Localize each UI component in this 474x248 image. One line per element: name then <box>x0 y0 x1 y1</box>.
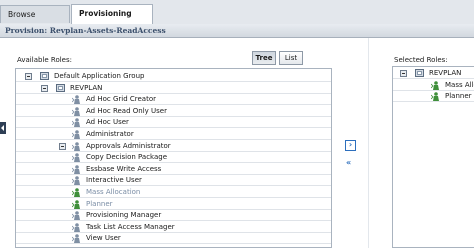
tab-provisioning-label: Provisioning <box>79 9 132 18</box>
tree-row[interactable]: Administrator <box>16 129 331 140</box>
tree-row-label: Default Application Group <box>54 72 145 80</box>
role-icon <box>71 222 81 232</box>
tree-row-label: Ad Hoc Read Only User <box>86 106 167 115</box>
tree-row-label: Administrator <box>86 130 134 138</box>
tab-browse[interactable]: Browse <box>0 5 70 23</box>
role-icon <box>71 164 81 174</box>
tree-row[interactable]: View User <box>16 233 331 245</box>
collapse-icon[interactable] <box>400 70 407 77</box>
tab-browse-label: Browse <box>8 10 36 19</box>
role-green-icon <box>430 92 440 102</box>
collapse-icon[interactable] <box>59 142 66 150</box>
tree-row[interactable]: Ad Hoc Read Only User <box>16 106 331 117</box>
role-icon <box>71 106 81 116</box>
tree-row-label: Ad Hoc User <box>86 118 129 127</box>
chevron-right-icon: › <box>345 140 356 151</box>
remove-role-button[interactable]: « <box>346 158 351 167</box>
tree-row-label: Approvals Administrator <box>86 141 171 150</box>
role-icon <box>71 95 81 105</box>
tree-row[interactable]: Mass Allo <box>393 80 474 91</box>
tree-row-label: Essbase Write Access <box>86 164 162 173</box>
tree-row[interactable]: Planner <box>16 199 331 210</box>
folder-icon <box>415 69 424 77</box>
role-green-icon <box>71 188 81 197</box>
tab-provisioning[interactable]: Provisioning x <box>71 4 153 35</box>
collapse-panel-icon[interactable] <box>0 122 6 134</box>
selected-roles-tree[interactable]: REVPLAN Mass Allo Planner <box>392 66 474 248</box>
tree-row[interactable]: Mass Allocation <box>16 187 331 198</box>
folder-icon <box>40 72 49 80</box>
collapse-icon[interactable] <box>41 84 48 92</box>
list-view-button[interactable]: List <box>279 51 303 65</box>
tree-row-label: Planner <box>445 92 472 101</box>
role-green-icon <box>430 80 440 90</box>
selected-roles-label: Selected Roles: <box>394 56 448 64</box>
tree-row-label: Ad Hoc Grid Creator <box>86 95 156 104</box>
tree-row-label: REVPLAN <box>70 83 103 92</box>
tree-row-label: REVPLAN <box>429 69 462 77</box>
available-roles-label: Available Roles: <box>17 56 72 64</box>
role-icon <box>71 130 81 139</box>
folder-icon <box>56 83 65 92</box>
tree-row-label: Mass Allocation <box>86 188 141 196</box>
tree-row[interactable]: REVPLAN <box>393 68 474 79</box>
tree-row[interactable]: Planner <box>393 91 474 103</box>
tree-row[interactable]: Task List Access Manager <box>16 222 331 233</box>
tree-row[interactable]: REVPLAN <box>16 83 331 94</box>
role-icon <box>71 176 81 186</box>
collapse-icon[interactable] <box>25 73 32 80</box>
tree-row-label: Task List Access Manager <box>86 222 175 231</box>
tree-row[interactable]: Essbase Write Access <box>16 164 331 175</box>
role-icon <box>71 211 81 221</box>
tree-row-label: View User <box>86 234 121 243</box>
role-icon <box>71 153 81 163</box>
role-icon <box>71 141 81 151</box>
tree-view-button[interactable]: Tree <box>252 51 276 65</box>
page-title: Provision: Revplan-Assets-ReadAccess <box>0 24 474 38</box>
tree-row-label: Mass Allo <box>445 80 474 89</box>
tree-row[interactable]: Ad Hoc User <box>16 117 331 129</box>
role-icon <box>71 234 81 244</box>
add-role-button[interactable]: › <box>345 140 356 151</box>
divider <box>368 38 369 248</box>
tree-row[interactable]: Default Application Group <box>16 71 331 82</box>
role-green-icon <box>71 199 81 209</box>
tree-row-label: Provisioning Manager <box>86 211 162 220</box>
tree-row[interactable]: Copy Decision Package <box>16 152 331 164</box>
tab-bar: Browse Provisioning x <box>0 0 474 35</box>
double-chevron-left-icon: « <box>346 158 352 167</box>
tree-row[interactable]: Approvals Administrator <box>16 141 331 152</box>
role-icon <box>71 118 81 128</box>
tree-row[interactable]: Interactive User <box>16 175 331 187</box>
tree-row-label: Planner <box>86 199 113 208</box>
available-roles-tree[interactable]: Default Application Group REVPLAN Ad Hoc G… <box>15 68 332 248</box>
tree-row[interactable]: Ad Hoc Grid Creator <box>16 94 331 106</box>
tree-row[interactable]: Provisioning Manager <box>16 210 331 222</box>
tree-row-label: Copy Decision Package <box>86 153 168 162</box>
tree-row-label: Interactive User <box>86 176 142 185</box>
